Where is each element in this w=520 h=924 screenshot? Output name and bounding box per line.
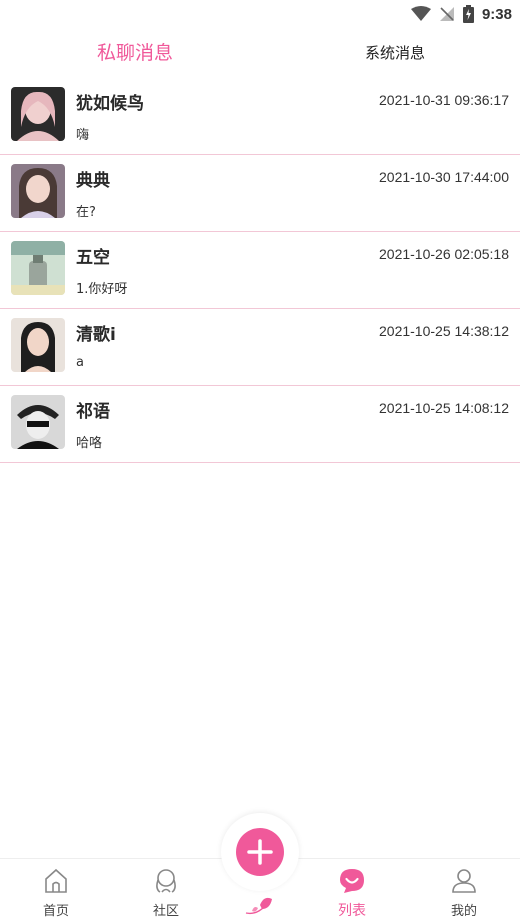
nav-item-profile[interactable]: 我的 — [412, 859, 516, 924]
status-bar: 9:38 — [0, 0, 520, 28]
message-list: 犹如候鸟 2021-10-31 09:36:17 嗨 典典 2021-10-30… — [0, 78, 520, 463]
home-icon — [45, 868, 67, 893]
profile-icon — [452, 869, 476, 893]
contact-name: 祁语 — [76, 402, 110, 422]
avatar[interactable] — [11, 87, 65, 141]
avatar[interactable] — [11, 164, 65, 218]
message-row[interactable]: 祁语 2021-10-25 14:08:12 哈咯 — [0, 386, 520, 463]
contact-name: 五空 — [76, 248, 110, 268]
message-row[interactable]: 犹如候鸟 2021-10-31 09:36:17 嗨 — [0, 78, 520, 155]
message-time: 2021-10-31 09:36:17 — [379, 92, 509, 108]
message-tabs: 私聊消息 系统消息 — [0, 30, 520, 76]
nav-item-community[interactable]: 社区 — [114, 859, 218, 924]
nav-item-home[interactable]: 首页 — [4, 859, 108, 924]
no-signal-icon — [439, 7, 454, 21]
avatar[interactable] — [11, 241, 65, 295]
status-time: 9:38 — [481, 5, 512, 23]
battery-charging-icon — [462, 5, 474, 23]
message-preview: 1.你好呀 — [76, 282, 128, 297]
message-preview: a — [76, 355, 84, 370]
community-icon — [156, 869, 176, 893]
plus-icon — [247, 839, 273, 865]
status-icons: 9:38 — [410, 4, 512, 24]
add-button[interactable] — [236, 828, 284, 876]
tab-system-messages[interactable]: 系统消息 — [320, 30, 470, 76]
message-preview: 在? — [76, 205, 96, 220]
nav-label: 列表 — [338, 903, 366, 919]
message-row[interactable]: 清歌i 2021-10-25 14:38:12 a — [0, 309, 520, 386]
nav-label: 我的 — [450, 904, 477, 919]
flower-icon — [245, 897, 272, 915]
message-row[interactable]: 五空 2021-10-26 02:05:18 1.你好呀 — [0, 232, 520, 309]
contact-name: 犹如候鸟 — [76, 94, 144, 114]
nav-label: 首页 — [42, 904, 69, 919]
contact-name: 典典 — [76, 171, 110, 191]
message-row[interactable]: 典典 2021-10-30 17:44:00 在? — [0, 155, 520, 232]
message-time: 2021-10-26 02:05:18 — [379, 246, 509, 262]
message-preview: 嗨 — [76, 128, 90, 143]
contact-name: 清歌i — [76, 325, 116, 345]
avatar[interactable] — [11, 395, 65, 449]
wifi-icon — [410, 6, 431, 21]
fab-container — [221, 813, 299, 891]
message-preview: 哈咯 — [76, 436, 103, 451]
nav-label: 社区 — [152, 904, 179, 919]
avatar[interactable] — [11, 318, 65, 372]
message-time: 2021-10-25 14:38:12 — [379, 323, 509, 339]
nav-item-list[interactable]: 列表 — [300, 859, 404, 924]
message-time: 2021-10-25 14:08:12 — [379, 400, 509, 416]
message-time: 2021-10-30 17:44:00 — [379, 169, 509, 185]
list-smile-icon — [340, 869, 364, 893]
tab-private-messages[interactable]: 私聊消息 — [60, 30, 210, 76]
